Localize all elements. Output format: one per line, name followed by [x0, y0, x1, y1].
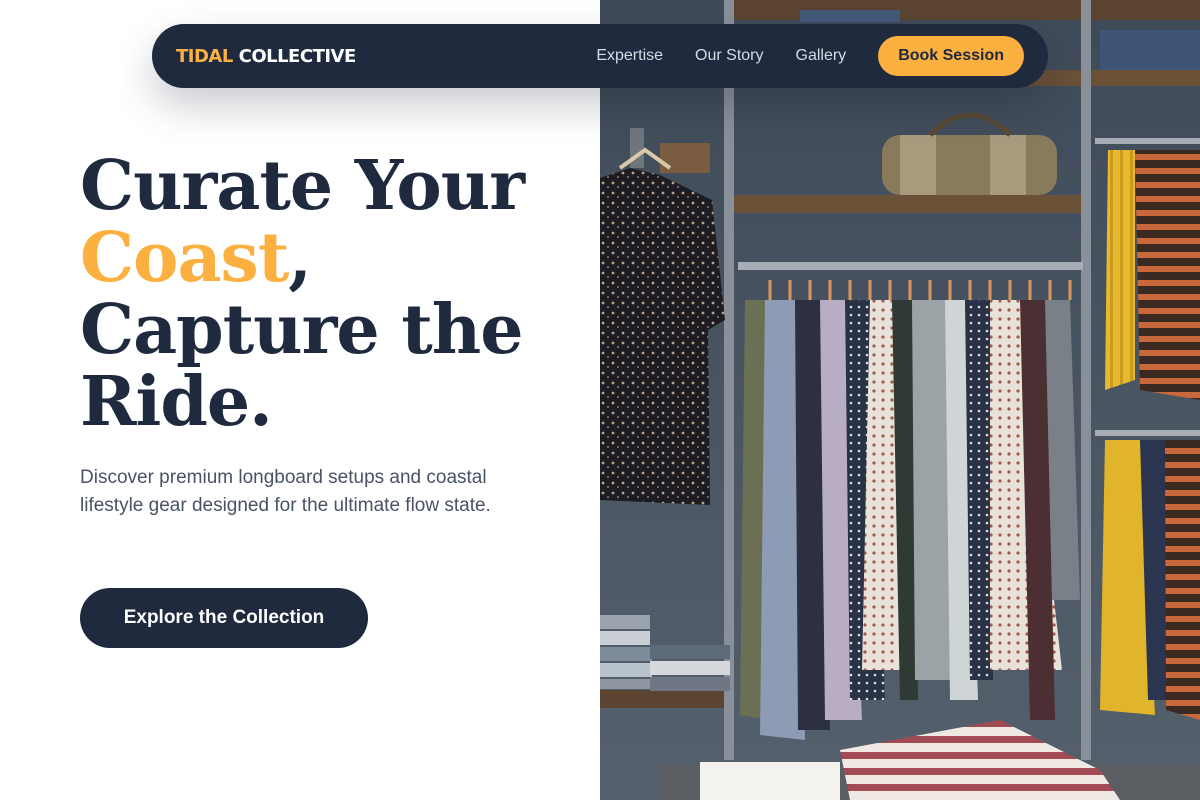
- brand-logo[interactable]: TIDAL COLLECTIVE: [176, 46, 356, 67]
- navbar: TIDAL COLLECTIVE Expertise Our Story Gal…: [152, 24, 1048, 88]
- hero-title-comma: ,: [288, 218, 312, 298]
- brand-name: COLLECTIVE: [238, 45, 357, 67]
- nav-link-expertise[interactable]: Expertise: [596, 47, 663, 65]
- hero-title-line1: Curate Your: [80, 146, 525, 226]
- explore-collection-button[interactable]: Explore the Collection: [80, 588, 368, 648]
- nav-link-our-story[interactable]: Our Story: [695, 47, 763, 65]
- book-session-button[interactable]: Book Session: [878, 36, 1024, 76]
- hero-image-clothing-rack: [600, 0, 1200, 800]
- hero-title: Curate Your Coast, Capture the Ride.: [80, 150, 580, 438]
- nav-links: Expertise Our Story Gallery Book Session: [596, 36, 1024, 76]
- nav-link-gallery[interactable]: Gallery: [796, 47, 847, 65]
- hero-subtitle: Discover premium longboard setups and co…: [80, 467, 491, 516]
- hero-title-line3: Capture the: [80, 290, 523, 370]
- clothing-store-illustration: [600, 0, 1200, 800]
- brand-name-accent: TIDAL: [176, 45, 233, 67]
- hero-title-accent: Coast: [80, 218, 289, 298]
- hero-title-line4: Ride.: [80, 362, 273, 442]
